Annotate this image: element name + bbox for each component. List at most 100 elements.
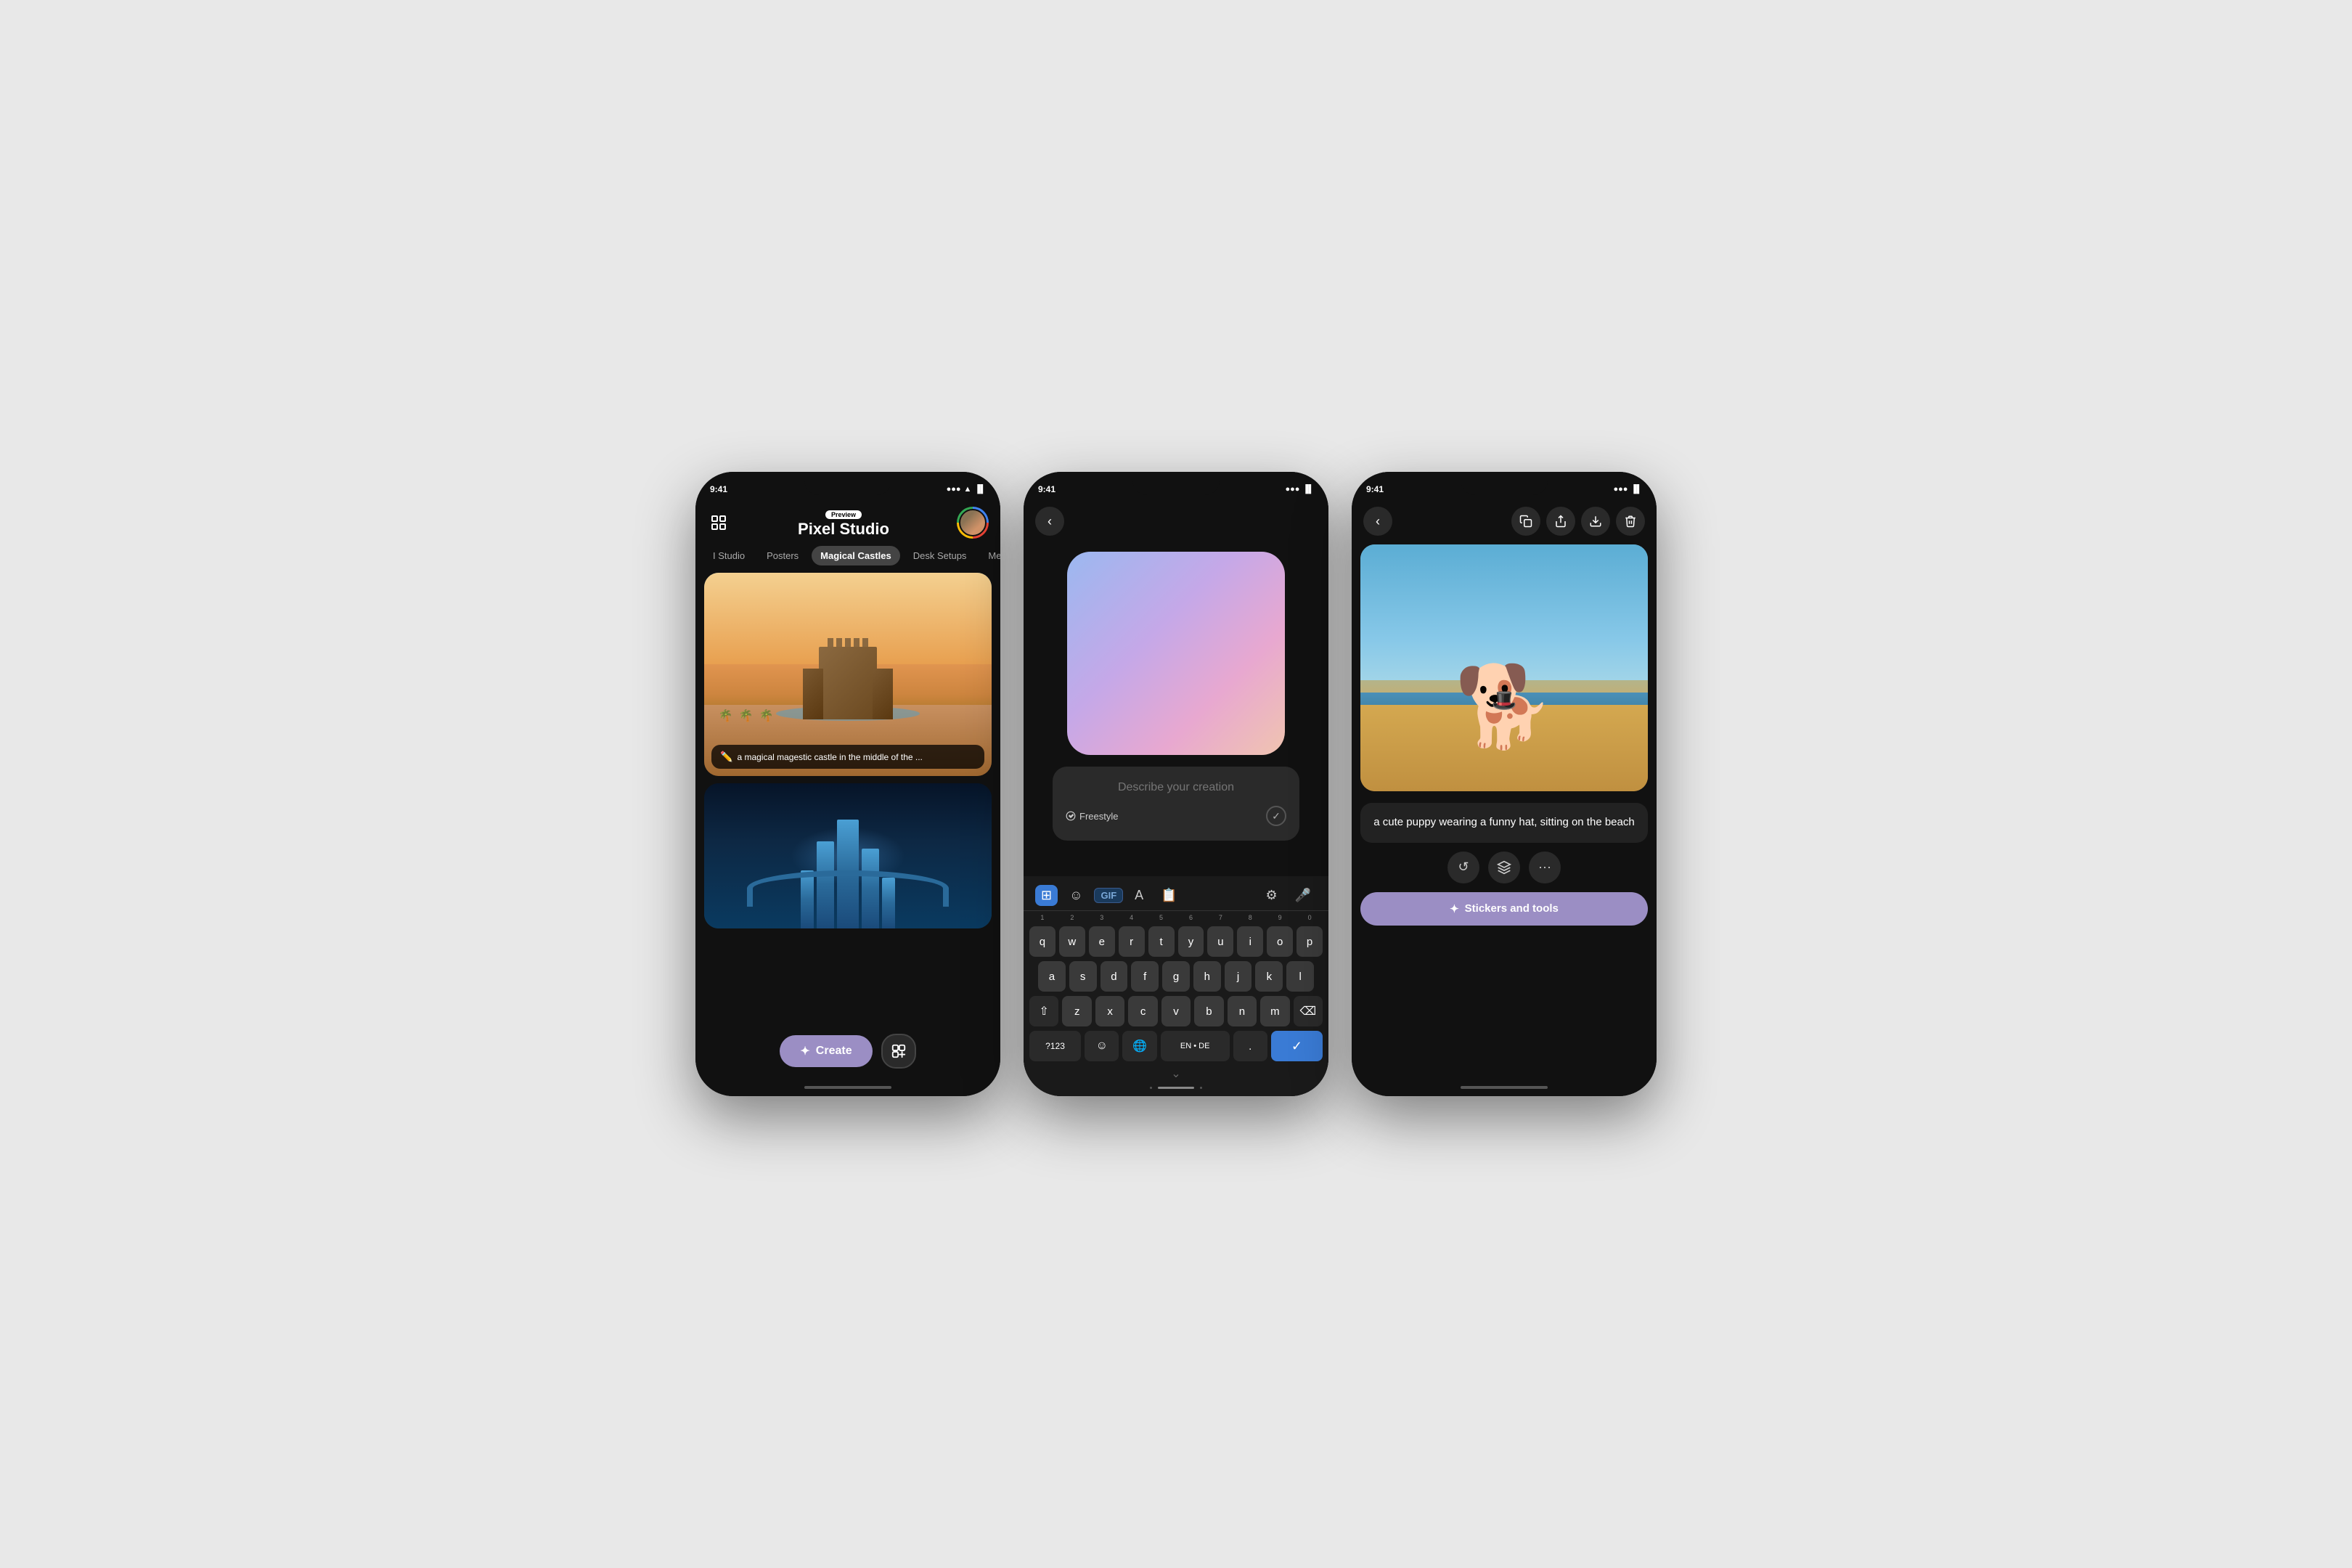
copy-button[interactable] — [1511, 507, 1540, 536]
key-t[interactable]: t — [1148, 926, 1175, 957]
create-button[interactable]: ✦ Create — [780, 1035, 872, 1067]
tab-more[interactable]: Men... — [979, 546, 1000, 565]
edit-icon: ✏️ — [720, 751, 732, 763]
kb-text-icon[interactable]: A — [1129, 885, 1149, 906]
key-w[interactable]: w — [1059, 926, 1085, 957]
layers-button[interactable] — [1488, 852, 1520, 883]
key-u[interactable]: u — [1207, 926, 1233, 957]
key-p[interactable]: p — [1297, 926, 1323, 957]
copy-icon — [1519, 515, 1532, 528]
freestyle-badge[interactable]: Freestyle — [1066, 811, 1118, 822]
key-d[interactable]: d — [1101, 961, 1128, 992]
num-5: 5 — [1148, 912, 1175, 923]
gallery-icon[interactable] — [707, 511, 730, 534]
key-y[interactable]: y — [1178, 926, 1204, 957]
share-icon — [1554, 515, 1567, 528]
remix-button[interactable] — [881, 1034, 916, 1069]
kb-clipboard-icon[interactable]: 📋 — [1155, 885, 1183, 906]
describe-input[interactable] — [1066, 781, 1286, 794]
key-e[interactable]: e — [1089, 926, 1115, 957]
kb-emoji-icon[interactable]: ☺ — [1063, 885, 1088, 906]
key-z[interactable]: z — [1062, 996, 1091, 1026]
status-icons-2: ●●● ▐▌ — [1285, 485, 1314, 494]
key-shift[interactable]: ⇧ — [1029, 996, 1058, 1026]
num-3: 3 — [1089, 912, 1115, 923]
share-button[interactable] — [1546, 507, 1575, 536]
key-x[interactable]: x — [1095, 996, 1124, 1026]
key-k[interactable]: k — [1255, 961, 1283, 992]
phone-1-screen: 9:41 ●●● ▲ ▐▌ Preview — [695, 472, 1000, 1096]
signal-icon-1: ●●● — [947, 485, 961, 494]
kb-settings-icon[interactable]: ⚙ — [1259, 885, 1283, 906]
tab-magical-castles[interactable]: Magical Castles — [812, 546, 900, 565]
p2-canvas-area: Freestyle ✓ — [1024, 544, 1328, 876]
tab-studio[interactable]: I Studio — [704, 546, 754, 565]
key-period[interactable]: . — [1233, 1031, 1267, 1061]
create-label: Create — [816, 1045, 852, 1058]
key-s[interactable]: s — [1069, 961, 1097, 992]
status-time-1: 9:41 — [710, 484, 727, 494]
p1-content: 🌴 🌴 🌴 — [695, 573, 1000, 1026]
castle-desert-card[interactable]: 🌴 🌴 🌴 — [704, 573, 992, 776]
more-button[interactable]: ··· — [1529, 852, 1561, 883]
key-r[interactable]: r — [1119, 926, 1145, 957]
tab-posters[interactable]: Posters — [758, 546, 807, 565]
tab-desk-setups[interactable]: Desk Setups — [905, 546, 976, 565]
key-q[interactable]: q — [1029, 926, 1055, 957]
delete-button[interactable] — [1616, 507, 1645, 536]
key-m[interactable]: m — [1260, 996, 1289, 1026]
key-c[interactable]: c — [1128, 996, 1157, 1026]
key-backspace[interactable]: ⌫ — [1294, 996, 1323, 1026]
key-send[interactable]: ✓ — [1271, 1031, 1323, 1061]
gradient-canvas[interactable] — [1067, 552, 1285, 755]
freestyle-icon — [1066, 811, 1076, 821]
prompt-text: a cute puppy wearing a funny hat, sittin… — [1373, 816, 1634, 828]
key-g[interactable]: g — [1162, 961, 1190, 992]
key-i[interactable]: i — [1237, 926, 1263, 957]
kb-gif-button[interactable]: GIF — [1094, 888, 1123, 903]
p1-title-area: Preview Pixel Studio — [730, 507, 957, 538]
key-special[interactable]: ?123 — [1029, 1031, 1081, 1061]
download-button[interactable] — [1581, 507, 1610, 536]
keyboard-chevron: ⌄ — [1024, 1063, 1328, 1084]
refresh-button[interactable]: ↺ — [1447, 852, 1479, 883]
key-h[interactable]: h — [1193, 961, 1221, 992]
key-n[interactable]: n — [1228, 996, 1257, 1026]
key-emoji[interactable]: ☺ — [1085, 1031, 1119, 1061]
back-button-2[interactable]: ‹ — [1035, 507, 1064, 536]
wifi-icon-1: ▲ — [964, 485, 972, 494]
stickers-label: Stickers and tools — [1465, 902, 1559, 915]
p3-header: ‹ — [1352, 501, 1657, 544]
key-b[interactable]: b — [1194, 996, 1223, 1026]
hat-emoji: 🎩 — [1492, 688, 1517, 712]
kb-mic-icon[interactable]: 🎤 — [1289, 885, 1317, 906]
key-globe[interactable]: 🌐 — [1122, 1031, 1156, 1061]
key-a[interactable]: a — [1038, 961, 1066, 992]
key-v[interactable]: v — [1161, 996, 1191, 1026]
kb-grid-icon[interactable]: ⊞ — [1035, 885, 1058, 906]
phones-container: 9:41 ●●● ▲ ▐▌ Preview — [666, 443, 1686, 1125]
download-icon — [1589, 515, 1602, 528]
key-l[interactable]: l — [1286, 961, 1314, 992]
key-f[interactable]: f — [1131, 961, 1159, 992]
key-j[interactable]: j — [1225, 961, 1252, 992]
check-button[interactable]: ✓ — [1266, 806, 1286, 826]
kb-number-row: 1 2 3 4 5 6 7 8 9 0 — [1024, 911, 1328, 924]
dog-beach-image[interactable]: 🐕 🎩 — [1360, 544, 1648, 791]
num-6: 6 — [1178, 912, 1204, 923]
key-lang[interactable]: EN • DE — [1161, 1031, 1230, 1061]
stickers-and-tools-button[interactable]: ✦ Stickers and tools — [1360, 892, 1648, 926]
user-avatar[interactable] — [957, 507, 989, 539]
kb-dot-1 — [1150, 1087, 1152, 1089]
num-1: 1 — [1029, 912, 1055, 923]
key-o[interactable]: o — [1267, 926, 1293, 957]
kb-row-2: a s d f g h j k l — [1024, 959, 1328, 994]
castle-ice-card[interactable] — [704, 783, 992, 928]
phone-1: 9:41 ●●● ▲ ▐▌ Preview — [695, 472, 1000, 1096]
status-time-3: 9:41 — [1366, 484, 1384, 494]
phone-2-screen: 9:41 ●●● ▐▌ ‹ — [1024, 472, 1328, 1096]
status-icons-3: ●●● ▐▌ — [1613, 485, 1642, 494]
preview-badge: Preview — [825, 510, 862, 519]
back-button-3[interactable]: ‹ — [1363, 507, 1392, 536]
p2-header: ‹ — [1024, 501, 1328, 544]
